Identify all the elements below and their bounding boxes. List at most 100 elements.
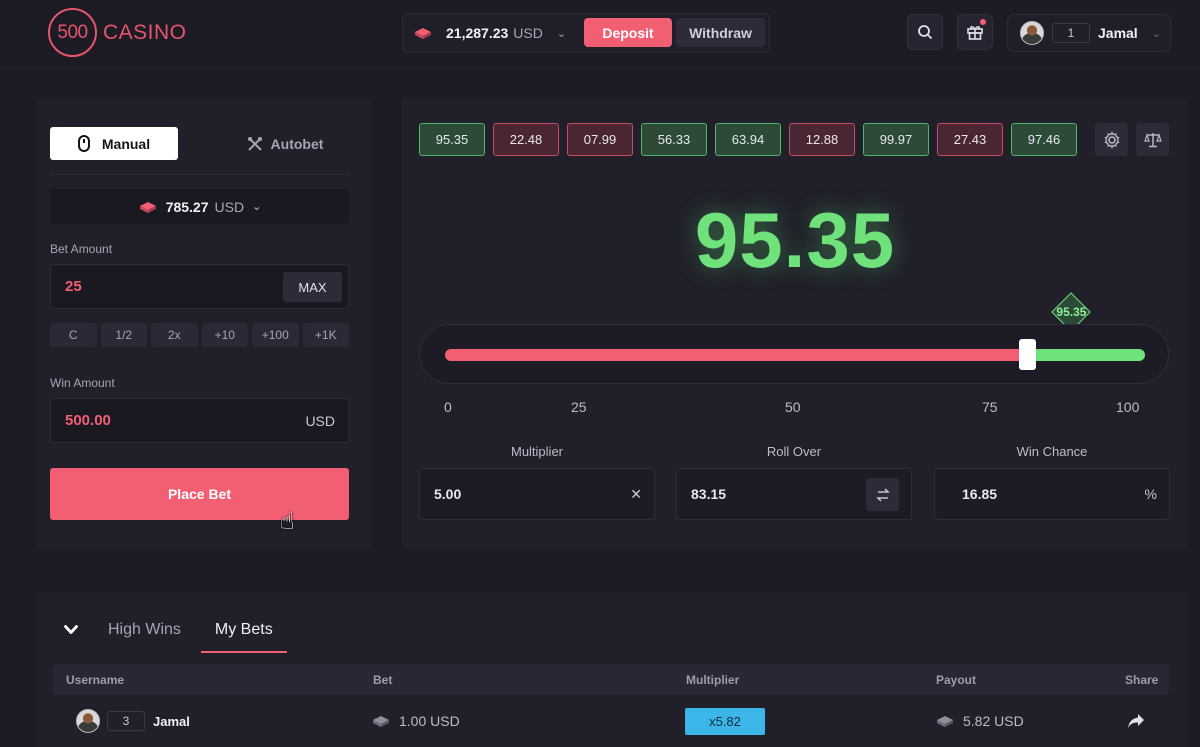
win-amount-label: Win Amount: [50, 376, 115, 390]
dice-game-panel: 95.35 22.48 07.99 56.33 63.94 12.88 99.97 27.43…: [402, 97, 1188, 549]
rewards-button[interactable]: [957, 14, 993, 50]
row-username: Jamal: [153, 713, 190, 729]
wallet-bar: 21,287.23 USD ⌄ Deposit Withdraw: [402, 13, 770, 53]
chevron-down-icon: ⌄: [1151, 27, 1161, 40]
tools-icon: [247, 136, 262, 151]
chip-plus-1k[interactable]: +1K: [302, 323, 349, 347]
scale-tick-100: 100: [1116, 399, 1140, 415]
col-share: Share: [1125, 672, 1159, 687]
roll-over-value[interactable]: 83.15: [691, 469, 726, 519]
chip-plus-100[interactable]: +100: [252, 323, 299, 347]
bet-balance-currency: USD: [214, 198, 245, 215]
balance-scale-icon: [1143, 132, 1162, 147]
multiplier-label: Multiplier: [510, 444, 563, 459]
row-user: 3 Jamal: [76, 701, 190, 741]
win-chance-value[interactable]: 16.85: [962, 469, 997, 519]
history-item: 95.35: [419, 123, 485, 156]
settings-button[interactable]: [1095, 123, 1128, 156]
search-icon: [918, 25, 933, 40]
history-item: 56.33: [641, 123, 707, 156]
cash-stack-icon: [415, 28, 431, 39]
multiplier-badge: x5.82: [685, 707, 765, 735]
user-level-badge: 1: [1052, 23, 1090, 43]
row-bet: 1.00 USD: [371, 701, 460, 741]
cash-stack-icon: [937, 716, 953, 727]
wallet-balance-selector[interactable]: 21,287.23 USD ⌄: [413, 14, 566, 52]
row-multiplier: x5.82: [685, 701, 765, 741]
tab-manual-label: Manual: [101, 135, 151, 152]
gear-icon: [1104, 130, 1119, 149]
chevron-down-icon[interactable]: [64, 625, 78, 635]
roll-history: 95.35 22.48 07.99 56.33 63.94 12.88 99.97 27.43…: [419, 123, 1077, 156]
chip-double[interactable]: 2x: [151, 323, 198, 347]
deposit-button[interactable]: Deposit: [584, 18, 672, 47]
avatar: [76, 709, 100, 733]
win-amount-field[interactable]: 500.00 USD: [50, 398, 349, 443]
bets-table-header: Username Bet Multiplier Payout Share: [53, 664, 1169, 695]
cash-stack-icon: [373, 716, 389, 727]
table-row: 3 Jamal 1.00 USD x5.82 5.82 USD: [53, 701, 1169, 741]
logo-wordmark: CASINO: [103, 20, 187, 44]
history-item: 99.97: [863, 123, 929, 156]
bets-tabs: High Wins My Bets: [64, 610, 287, 653]
wallet-currency: USD: [513, 25, 543, 41]
win-amount-currency: USD: [305, 412, 335, 429]
mouse-icon: [77, 135, 90, 152]
bet-amount-label: Bet Amount: [50, 242, 113, 256]
user-level-badge: 3: [107, 711, 145, 731]
bet-amount-value[interactable]: 25: [65, 265, 82, 308]
notification-dot: [980, 19, 986, 25]
multiplier-field[interactable]: 5.00 ✕: [419, 468, 655, 520]
col-payout: Payout: [936, 672, 977, 687]
tab-high-wins[interactable]: High Wins: [108, 621, 181, 639]
bet-panel: Manual Autobet 785.27 USD ⌄ Bet Amount 2…: [36, 97, 372, 549]
row-bet-amount: 1.00 USD: [399, 713, 460, 729]
scale-tick-0: 0: [444, 399, 452, 415]
scale-tick-50: 50: [785, 399, 801, 415]
roll-slider[interactable]: [419, 324, 1169, 384]
logo[interactable]: 500 CASINO: [48, 8, 187, 57]
swap-roll-button[interactable]: [866, 478, 899, 511]
gift-icon: [967, 26, 983, 40]
win-chance-label: Win Chance: [1016, 444, 1088, 459]
max-button[interactable]: MAX: [283, 272, 342, 302]
bet-quick-chips: C 1/2 2x +10 +100 +1K: [50, 323, 349, 347]
row-payout-amount: 5.82 USD: [963, 713, 1024, 729]
win-amount-value[interactable]: 500.00: [65, 399, 111, 442]
slider-handle[interactable]: [1019, 339, 1037, 370]
scale-tick-25: 25: [571, 399, 587, 415]
slider-loss-range: [445, 349, 1028, 361]
multiplier-value[interactable]: 5.00: [434, 469, 461, 519]
chip-clear[interactable]: C: [50, 323, 97, 347]
chevron-down-icon: ⌄: [252, 201, 262, 213]
slider-win-range: [1027, 349, 1145, 361]
chevron-down-icon: ⌄: [556, 27, 567, 40]
fairness-button[interactable]: [1136, 123, 1169, 156]
withdraw-button[interactable]: Withdraw: [676, 18, 765, 47]
tab-autobet[interactable]: Autobet: [225, 127, 345, 160]
share-button[interactable]: [1126, 701, 1146, 741]
logo-badge: 500: [48, 8, 97, 57]
tab-manual[interactable]: Manual: [50, 127, 178, 160]
multiplier-x-icon: ✕: [630, 485, 642, 502]
chip-plus-10[interactable]: +10: [201, 323, 248, 347]
cash-stack-icon: [139, 201, 156, 213]
roll-result: 95.35: [694, 196, 896, 284]
chip-half[interactable]: 1/2: [100, 323, 147, 347]
history-item: 27.43: [937, 123, 1003, 156]
place-bet-button[interactable]: Place Bet: [50, 468, 349, 520]
tab-my-bets[interactable]: My Bets: [200, 621, 287, 653]
roll-over-field[interactable]: 83.15: [676, 468, 912, 520]
history-item: 12.88: [789, 123, 855, 156]
user-name: Jamal: [1098, 25, 1138, 41]
search-button[interactable]: [907, 14, 943, 50]
row-payout: 5.82 USD: [935, 701, 1024, 741]
bet-balance-selector[interactable]: 785.27 USD ⌄: [50, 189, 349, 224]
roll-over-label: Roll Over: [766, 444, 822, 459]
bets-panel: High Wins My Bets Username Bet Multiplie…: [36, 592, 1188, 747]
win-chance-field[interactable]: 16.85 %: [934, 468, 1170, 520]
user-menu[interactable]: 1 Jamal ⌄: [1007, 14, 1171, 52]
bet-amount-field[interactable]: 25 MAX: [50, 264, 349, 309]
history-item: 22.48: [493, 123, 559, 156]
wallet-balance-amount: 21,287.23: [446, 25, 509, 41]
